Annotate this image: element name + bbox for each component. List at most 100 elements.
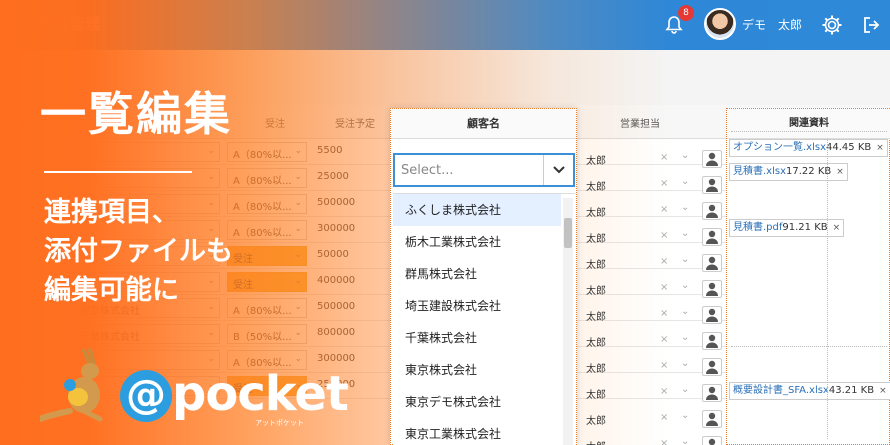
person-icon[interactable] (702, 280, 722, 298)
sales-rep-value[interactable]: 太郎 (586, 438, 606, 445)
person-icon[interactable] (702, 228, 722, 246)
chevron-down-icon[interactable]: ⌄ (207, 276, 215, 286)
chevron-down-icon[interactable]: ⌄ (681, 280, 689, 291)
sales-rep-value[interactable]: 太郎 (586, 360, 606, 375)
person-icon[interactable] (702, 332, 722, 350)
clear-icon[interactable]: × (660, 282, 668, 293)
file-chip[interactable]: 見積書.xlsx17.22 KB × (729, 163, 848, 181)
chevron-down-icon[interactable]: ⌄ (294, 302, 302, 312)
chevron-down-icon[interactable]: ⌄ (681, 228, 689, 239)
clear-icon[interactable]: × (660, 204, 668, 215)
probability-select[interactable]: 受注 ⌄ (227, 272, 307, 292)
chevron-down-icon[interactable]: ⌄ (294, 328, 302, 338)
person-icon[interactable] (702, 150, 722, 168)
clear-icon[interactable]: × (660, 230, 668, 241)
chevron-down-icon[interactable]: ⌄ (681, 384, 689, 395)
person-icon[interactable] (702, 436, 722, 445)
clear-icon[interactable]: × (660, 334, 668, 345)
col-header-probability[interactable]: 受注 (265, 115, 285, 130)
file-name[interactable]: オプション一覧.xlsx (733, 142, 826, 153)
chevron-down-icon[interactable]: ⌄ (294, 198, 302, 208)
file-name[interactable]: 概要設計書_SFA.xlsx (733, 385, 829, 396)
probability-select[interactable]: A（80%以... ⌄ (227, 168, 307, 188)
chevron-down-icon[interactable]: ⌄ (681, 176, 689, 187)
chevron-down-icon[interactable]: ⌄ (207, 146, 215, 156)
customer-option[interactable]: 東京工業株式会社 (393, 418, 561, 445)
person-icon[interactable] (702, 358, 722, 376)
remove-file-icon[interactable]: × (836, 167, 844, 177)
person-icon[interactable] (702, 384, 722, 402)
sales-rep-value[interactable]: 太郎 (586, 230, 606, 245)
clear-icon[interactable]: × (660, 178, 668, 189)
remove-file-icon[interactable]: × (876, 143, 884, 153)
file-name[interactable]: 見積書.pdf (733, 222, 782, 233)
sales-rep-value[interactable]: 太郎 (586, 282, 606, 297)
probability-select[interactable]: A（80%以... ⌄ (227, 142, 307, 162)
customer-option[interactable]: 東京デモ株式会社 (393, 386, 561, 418)
clear-icon[interactable]: × (660, 152, 668, 163)
sales-rep-value[interactable]: 太郎 (586, 178, 606, 193)
customer-option[interactable]: 群馬株式会社 (393, 258, 561, 290)
avatar[interactable] (704, 8, 736, 40)
chevron-down-icon[interactable]: ⌄ (294, 146, 302, 156)
probability-select[interactable]: 受注 ⌄ (227, 246, 307, 266)
clear-icon[interactable]: × (660, 412, 668, 423)
chevron-down-icon[interactable]: ⌄ (294, 224, 302, 234)
probability-select[interactable]: A（80%以... ⌄ (227, 220, 307, 240)
customer-option[interactable]: 千葉株式会社 (393, 322, 561, 354)
chevron-down-icon[interactable]: ⌄ (681, 332, 689, 343)
gear-icon[interactable] (818, 11, 846, 39)
sales-rep-value[interactable]: 太郎 (586, 412, 606, 427)
chevron-down-icon[interactable]: ⌄ (681, 410, 689, 421)
clear-icon[interactable]: × (660, 438, 668, 445)
sales-rep-value[interactable]: 太郎 (586, 386, 606, 401)
customer-select[interactable]: Select... (393, 153, 575, 187)
remove-file-icon[interactable]: × (833, 223, 841, 233)
customer-option[interactable]: 埼玉建設株式会社 (393, 290, 561, 322)
sales-rep-value[interactable]: 太郎 (586, 308, 606, 323)
person-icon[interactable] (702, 254, 722, 272)
person-icon[interactable] (702, 306, 722, 324)
sales-rep-value[interactable]: 太郎 (586, 256, 606, 271)
files-column-header[interactable]: 関連資料 (727, 109, 890, 139)
dropdown-scrollbar[interactable] (563, 198, 573, 445)
chevron-down-icon[interactable]: ⌄ (207, 302, 215, 312)
probability-select[interactable]: A（80%以... ⌄ (227, 194, 307, 214)
sales-rep-value[interactable]: 太郎 (586, 152, 606, 167)
person-icon[interactable] (702, 176, 722, 194)
chevron-down-icon[interactable]: ⌄ (207, 328, 215, 338)
file-chip[interactable]: 概要設計書_SFA.xlsx43.21 KB × (729, 382, 890, 400)
customer-option[interactable]: 栃木工業株式会社 (393, 226, 561, 258)
chevron-down-icon[interactable]: ⌄ (294, 250, 302, 260)
chevron-down-icon[interactable]: ⌄ (207, 172, 215, 182)
chevron-down-icon[interactable]: ⌄ (681, 306, 689, 317)
customer-column-header[interactable]: 顧客名 (391, 109, 576, 139)
clear-icon[interactable]: × (660, 360, 668, 371)
chevron-down-icon[interactable]: ⌄ (681, 436, 689, 445)
col-header-scheduled[interactable]: 受注予定 (335, 115, 375, 130)
logout-icon[interactable] (858, 11, 886, 39)
chevron-down-icon[interactable]: ⌄ (207, 198, 215, 208)
scrollbar-thumb[interactable] (564, 218, 572, 248)
chevron-down-icon[interactable]: ⌄ (681, 150, 689, 161)
chevron-down-icon[interactable]: ⌄ (681, 202, 689, 213)
clear-icon[interactable]: × (660, 386, 668, 397)
person-icon[interactable] (702, 202, 722, 220)
chevron-down-icon[interactable]: ⌄ (294, 276, 302, 286)
customer-cell[interactable]: ⌄ (75, 142, 220, 162)
sales-rep-value[interactable]: 太郎 (586, 204, 606, 219)
chevron-down-icon[interactable]: ⌄ (681, 254, 689, 265)
file-chip[interactable]: オプション一覧.xlsx44.45 KB × (729, 139, 888, 157)
chevron-down-icon[interactable]: ⌄ (681, 358, 689, 369)
chevron-down-icon[interactable]: ⌄ (294, 172, 302, 182)
file-name[interactable]: 見積書.xlsx (733, 166, 786, 177)
clear-icon[interactable]: × (660, 308, 668, 319)
remove-file-icon[interactable]: × (879, 386, 887, 396)
customer-option[interactable]: 東京株式会社 (393, 354, 561, 386)
clear-icon[interactable]: × (660, 256, 668, 267)
sales-rep-value[interactable]: 太郎 (586, 334, 606, 349)
user-name[interactable]: デモ 太郎 (742, 16, 802, 33)
customer-option[interactable]: ふくしま株式会社 (393, 194, 561, 226)
person-icon[interactable] (702, 410, 722, 428)
chevron-down-icon[interactable] (543, 155, 573, 185)
